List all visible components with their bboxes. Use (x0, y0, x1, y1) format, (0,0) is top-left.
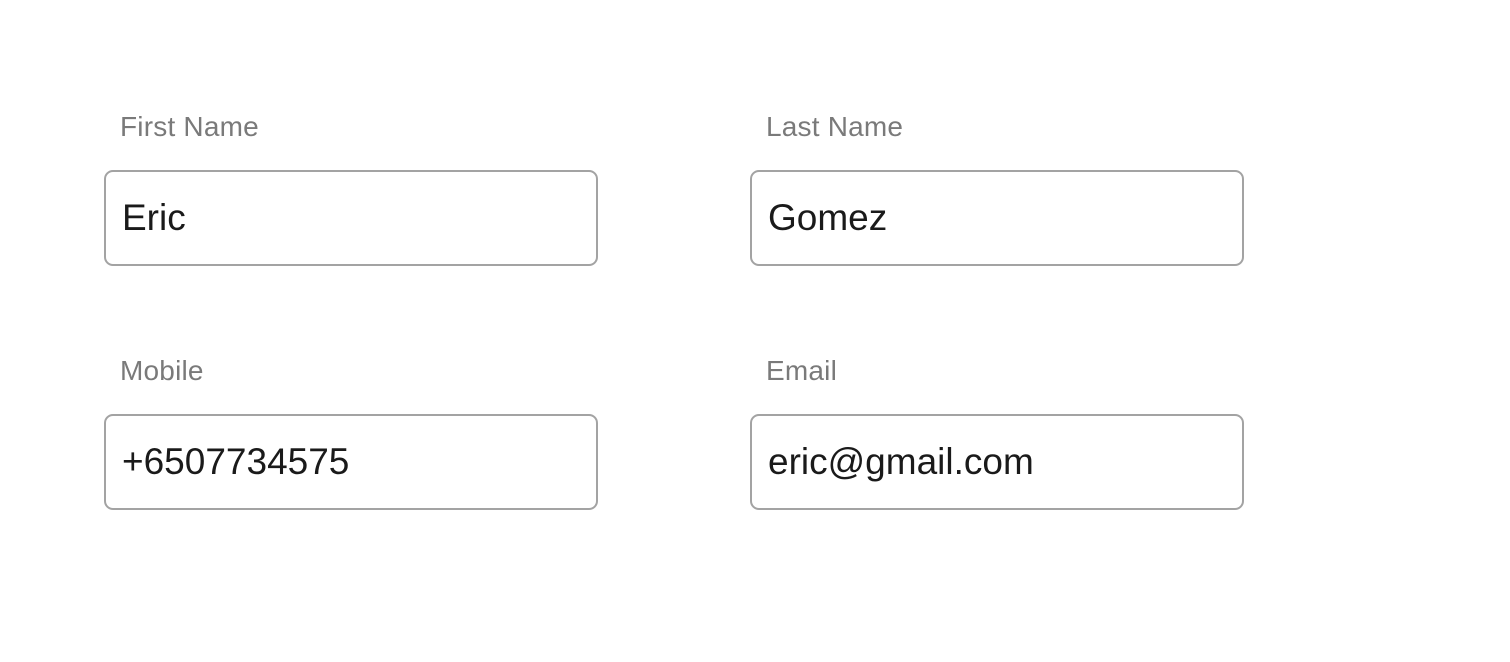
email-field-group: Email (750, 354, 1244, 510)
last-name-field-group: Last Name (750, 110, 1244, 266)
email-label: Email (766, 355, 838, 386)
last-name-label: Last Name (766, 111, 904, 142)
first-name-input[interactable] (104, 170, 598, 266)
email-input[interactable] (750, 414, 1244, 510)
last-name-input[interactable] (750, 170, 1244, 266)
mobile-label: Mobile (120, 355, 204, 386)
mobile-field-group: Mobile (104, 354, 598, 510)
first-name-field-group: First Name (104, 110, 598, 266)
mobile-input[interactable] (104, 414, 598, 510)
first-name-label: First Name (120, 111, 259, 142)
contact-form: First Name Last Name Mobile Email (0, 0, 1510, 662)
